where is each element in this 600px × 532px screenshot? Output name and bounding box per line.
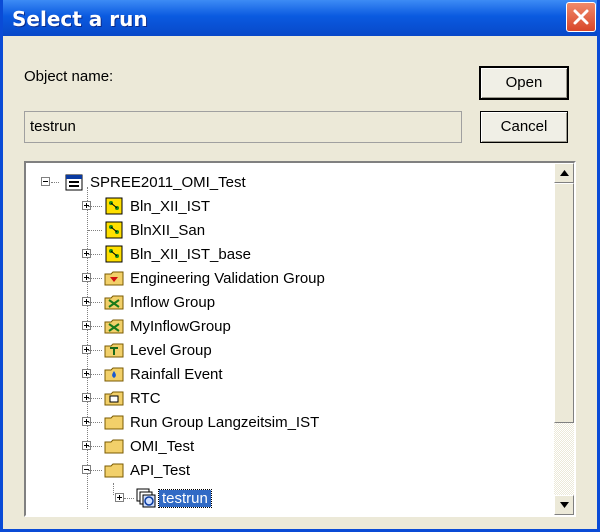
run-group-icon: [105, 245, 123, 263]
tree-item[interactable]: Run Group Langzeitsim_IST: [26, 411, 554, 435]
scroll-up-button[interactable]: [554, 163, 574, 183]
object-name-label: Object name:: [24, 68, 114, 85]
arrow-up-icon: [560, 170, 569, 176]
folder-icon: [104, 439, 124, 454]
validation-group-icon: [104, 271, 124, 286]
run-group-icon: [105, 197, 123, 215]
tree-item-label: MyInflowGroup: [130, 318, 231, 335]
collapse-toggle[interactable]: [41, 177, 50, 186]
tree-child-item[interactable]: testrun: [26, 487, 554, 511]
tree-item-label: Level Group: [130, 342, 212, 359]
vertical-scrollbar[interactable]: [554, 163, 574, 515]
tree-item-label: BlnXII_San: [130, 222, 206, 239]
run-icon: [136, 488, 156, 508]
expand-toggle[interactable]: [115, 493, 124, 502]
tree-item-label: Bln_XII_IST_base: [130, 246, 251, 263]
tree-item[interactable]: MyInflowGroup: [26, 315, 554, 339]
tree-item[interactable]: Inflow Group: [26, 291, 554, 315]
tree-item-label: Engineering Validation Group: [130, 270, 325, 287]
tree-content: SPREE2011_OMI_Test Bln_XII_IST BlnXII_San…: [26, 163, 554, 515]
close-button[interactable]: [566, 2, 596, 32]
tree-item[interactable]: API_Test: [26, 459, 554, 483]
run-group-icon: [105, 221, 123, 239]
rtc-icon: [104, 391, 124, 406]
tree-child-label: testrun: [158, 489, 212, 508]
title-bar[interactable]: Select a run: [3, 0, 597, 36]
tree-item[interactable]: Bln_XII_IST: [26, 195, 554, 219]
tree-root[interactable]: SPREE2011_OMI_Test: [26, 171, 554, 195]
rainfall-event-icon: [104, 367, 124, 382]
object-name-field[interactable]: testrun: [24, 111, 462, 143]
tree-root-label: SPREE2011_OMI_Test: [90, 174, 246, 191]
tree-item-label: Bln_XII_IST: [130, 198, 211, 215]
scroll-track[interactable]: [554, 423, 574, 495]
open-button[interactable]: Open: [479, 66, 569, 100]
window-title: Select a run: [12, 7, 148, 31]
tree-item[interactable]: Engineering Validation Group: [26, 267, 554, 291]
level-group-icon: [104, 343, 124, 358]
select-run-dialog: Select a run Object name: testrun Open C…: [0, 0, 600, 532]
tree-item[interactable]: Bln_XII_IST_base: [26, 243, 554, 267]
tree-item-label: Inflow Group: [130, 294, 216, 311]
tree-item-label: OMI_Test: [130, 438, 195, 455]
scroll-thumb[interactable]: [554, 183, 574, 423]
tree-item-label: API_Test: [130, 462, 191, 479]
scroll-down-button[interactable]: [554, 495, 574, 515]
tree-item[interactable]: RTC: [26, 387, 554, 411]
database-icon: [65, 174, 83, 191]
tree-item[interactable]: Level Group: [26, 339, 554, 363]
inflow-group-icon: [104, 319, 124, 334]
tree-item[interactable]: OMI_Test: [26, 435, 554, 459]
tree-item-label: RTC: [130, 390, 161, 407]
close-icon: [573, 9, 589, 25]
folder-icon: [104, 463, 124, 478]
tree-item-label: Rainfall Event: [130, 366, 223, 383]
cancel-button[interactable]: Cancel: [480, 111, 568, 143]
tree-item[interactable]: BlnXII_San: [26, 219, 554, 243]
tree-item-label: Run Group Langzeitsim_IST: [130, 414, 320, 431]
run-tree[interactable]: SPREE2011_OMI_Test Bln_XII_IST BlnXII_San…: [24, 161, 576, 517]
tree-item[interactable]: Rainfall Event: [26, 363, 554, 387]
arrow-down-icon: [560, 502, 569, 508]
inflow-group-icon: [104, 295, 124, 310]
folder-icon: [104, 415, 124, 430]
